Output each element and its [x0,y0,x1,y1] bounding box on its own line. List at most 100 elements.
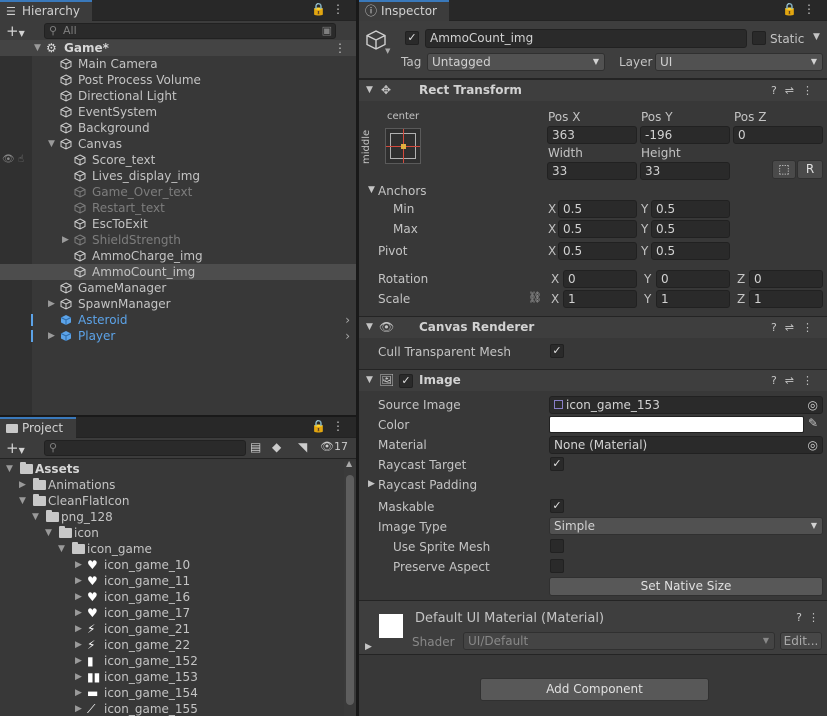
collapse-arrow-icon[interactable]: ▶ [48,328,55,344]
project-search-input[interactable]: ⚲ [44,440,246,456]
hierarchy-item[interactable]: ▶ Player › [0,328,356,344]
anchor-min-y-field[interactable]: 0.5 [651,200,730,218]
hierarchy-item[interactable]: Main Camera [0,56,356,72]
open-prefab-icon[interactable]: › [345,328,350,344]
scene-menu-icon[interactable]: ⋮ [334,40,346,56]
scrollbar-thumb[interactable] [346,475,354,705]
hierarchy-item[interactable]: Score_text 👁 ☝ [0,152,356,168]
project-scrollbar[interactable]: ▲ [344,459,356,716]
project-tab-icons[interactable]: 🔒⋮ [311,419,350,433]
collapse-arrow-icon[interactable]: ▶ [48,296,55,312]
maskable-checkbox[interactable]: ✓ [550,499,564,513]
object-name-field[interactable]: AmmoCount_img [425,29,747,48]
canvas-renderer-header[interactable]: ▼ 👁 Canvas Renderer ?⇌⋮ [359,316,827,338]
hierarchy-item[interactable]: ▼ Canvas [0,136,356,152]
hierarchy-tab-icons[interactable]: 🔒⋮ [311,2,350,16]
material-field[interactable]: None (Material) ◎ [549,436,823,454]
hierarchy-item[interactable]: EventSystem [0,104,356,120]
open-prefab-icon[interactable]: › [345,312,350,328]
width-field[interactable]: 33 [547,162,637,180]
add-dropdown-button[interactable]: +▼ [6,22,25,40]
gameobject-icon[interactable] [365,29,387,54]
label-icon[interactable]: ◥ [298,440,307,454]
hierarchy-search-input[interactable]: ⚲ All ▣ [44,23,336,39]
raycast-padding-foldout[interactable]: Raycast Padding [378,478,477,492]
eyedropper-icon[interactable]: ✎ [808,416,818,430]
folder-arrow-icon[interactable]: ▼ [19,493,26,509]
folder-item[interactable]: ▼ png_128 [0,509,344,525]
pivot-x-field[interactable]: 0.5 [558,242,637,260]
folder-item[interactable]: ▶ Animations [0,477,344,493]
pos-y-field[interactable]: -196 [640,126,730,144]
cull-transparent-checkbox[interactable]: ✓ [550,344,564,358]
inspector-tab[interactable]: ⓘ Inspector [359,0,449,21]
asset-arrow-icon[interactable]: ▶ [75,685,82,701]
asset-arrow-icon[interactable]: ▶ [75,621,82,637]
hierarchy-item[interactable]: Background [0,120,356,136]
folder-item[interactable]: ▼ icon [0,525,344,541]
folder-arrow-icon[interactable]: ▼ [45,525,52,541]
anchor-preset-button[interactable] [385,128,421,164]
asset-arrow-icon[interactable]: ▶ [75,557,82,573]
raycast-target-checkbox[interactable]: ✓ [550,457,564,471]
asset-arrow-icon[interactable]: ▶ [75,589,82,605]
folder-item[interactable]: ▼ CleanFlatIcon [0,493,344,509]
asset-item[interactable]: ▶ ▮▮ icon_game_153 [0,669,344,685]
set-native-size-button[interactable]: Set Native Size [549,577,823,596]
asset-arrow-icon[interactable]: ▶ [75,605,82,621]
anchor-max-x-field[interactable]: 0.5 [558,220,637,238]
color-swatch[interactable] [549,416,804,433]
folder-arrow-icon[interactable]: ▼ [32,509,39,525]
expand-arrow-icon[interactable]: ▼ [48,136,55,152]
source-image-field[interactable]: icon_game_153 ◎ [549,396,823,414]
pos-z-field[interactable]: 0 [733,126,823,144]
hierarchy-item[interactable]: ▶ ShieldStrength [0,232,356,248]
raw-edit-button[interactable]: R [797,160,823,179]
hierarchy-item[interactable]: Post Process Volume [0,72,356,88]
rotation-z-field[interactable]: 0 [749,270,823,288]
hidden-packages-icon[interactable]: 👁17 [320,440,348,453]
search-by-type-icon[interactable]: ▤ [250,440,261,454]
pivot-y-field[interactable]: 0.5 [651,242,730,260]
asset-item[interactable]: ▶ ♥ icon_game_11 [0,573,344,589]
blueprint-mode-button[interactable]: ⬚ [772,160,796,179]
image-enabled-checkbox[interactable]: ✓ [399,374,413,388]
scene-root[interactable]: ▼ ⚙ Game* ⋮ [0,40,356,56]
scale-y-field[interactable]: 1 [656,290,730,308]
folder-arrow-icon[interactable]: ▼ [6,461,13,477]
shader-edit-button[interactable]: Edit... [780,632,822,650]
active-checkbox[interactable]: ✓ [405,31,419,45]
hierarchy-item[interactable]: AmmoCount_img [0,264,356,280]
asset-item[interactable]: ▶ ♥ icon_game_10 [0,557,344,573]
static-checkbox[interactable] [752,31,766,45]
anchor-max-y-field[interactable]: 0.5 [651,220,730,238]
folder-arrow-icon[interactable]: ▶ [19,477,26,493]
image-type-dropdown[interactable]: Simple ▼ [549,517,823,535]
hierarchy-item[interactable]: GameManager [0,280,356,296]
anchor-min-x-field[interactable]: 0.5 [558,200,637,218]
filter-icon[interactable]: ◆ [272,440,281,454]
asset-item[interactable]: ▶ ▮ icon_game_152 [0,653,344,669]
create-dropdown-button[interactable]: +▼ [6,439,25,457]
hierarchy-item[interactable]: Lives_display_img [0,168,356,184]
rotation-x-field[interactable]: 0 [563,270,637,288]
pos-x-field[interactable]: 363 [547,126,637,144]
rotation-y-field[interactable]: 0 [656,270,730,288]
hierarchy-item[interactable]: Game_Over_text [0,184,356,200]
asset-item[interactable]: ▶ ⚡ icon_game_21 [0,621,344,637]
inspector-tab-icons[interactable]: 🔒⋮ [782,2,821,16]
asset-arrow-icon[interactable]: ▶ [75,701,82,716]
hierarchy-item[interactable]: Asteroid › [0,312,356,328]
asset-item[interactable]: ▶ ♥ icon_game_17 [0,605,344,621]
folder-item[interactable]: ▼ icon_game [0,541,344,557]
hierarchy-item[interactable]: AmmoCharge_img [0,248,356,264]
layer-dropdown[interactable]: UI ▼ [655,53,823,71]
use-sprite-mesh-checkbox[interactable] [550,539,564,553]
hierarchy-tab[interactable]: ☰ Hierarchy [0,0,92,21]
visibility-eye-icon[interactable]: 👁 ☝ [2,152,24,168]
hierarchy-item[interactable]: ▶ SpawnManager [0,296,356,312]
asset-arrow-icon[interactable]: ▶ [75,669,82,685]
shader-dropdown[interactable]: UI/Default ▼ [463,632,775,650]
rect-transform-header[interactable]: ▼ ✥ Rect Transform ?⇌⋮ [359,79,827,101]
hierarchy-item[interactable]: Directional Light [0,88,356,104]
